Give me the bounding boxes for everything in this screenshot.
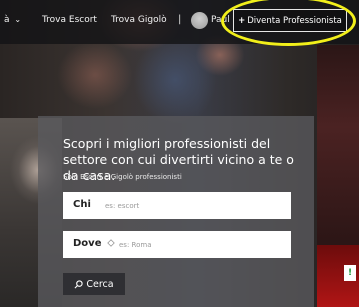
avatar[interactable] — [191, 12, 208, 29]
search-button-label: Cerca — [86, 278, 114, 290]
chevron-down-icon: ⌄ — [14, 15, 22, 24]
nav-trova-gigolo[interactable]: Trova Gigolò — [111, 15, 167, 25]
page: à ⌄ Trova Escort Trova Gigolò | Paul + D… — [0, 0, 359, 307]
nav-item-partial-label: à — [4, 15, 10, 25]
who-label: Chi — [73, 199, 91, 210]
nav-divider: | — [178, 14, 182, 25]
who-field[interactable]: Chi — [63, 192, 291, 219]
where-input[interactable] — [119, 237, 284, 252]
nav-trova-escort[interactable]: Trova Escort — [42, 15, 97, 25]
top-navbar: à ⌄ Trova Escort Trova Gigolò | Paul + D… — [0, 0, 359, 44]
location-diamond-icon — [107, 239, 115, 247]
search-icon — [74, 279, 84, 288]
where-field[interactable]: Dove — [63, 231, 291, 258]
hero-subline: Solo Escort e Gigolò professionisti — [63, 173, 182, 181]
side-notification-badge[interactable]: ! — [344, 265, 356, 281]
right-side-photo — [317, 45, 359, 250]
where-label: Dove — [73, 238, 102, 249]
search-button[interactable]: Cerca — [63, 273, 125, 295]
user-name[interactable]: Paul — [211, 15, 230, 25]
nav-item-partial[interactable]: à ⌄ — [4, 15, 21, 25]
plus-icon: + — [238, 15, 246, 26]
who-input[interactable] — [105, 198, 285, 213]
diventa-professionista-label: Diventa Professionista — [247, 15, 342, 26]
diventa-professionista-button[interactable]: + Diventa Professionista — [233, 9, 347, 32]
